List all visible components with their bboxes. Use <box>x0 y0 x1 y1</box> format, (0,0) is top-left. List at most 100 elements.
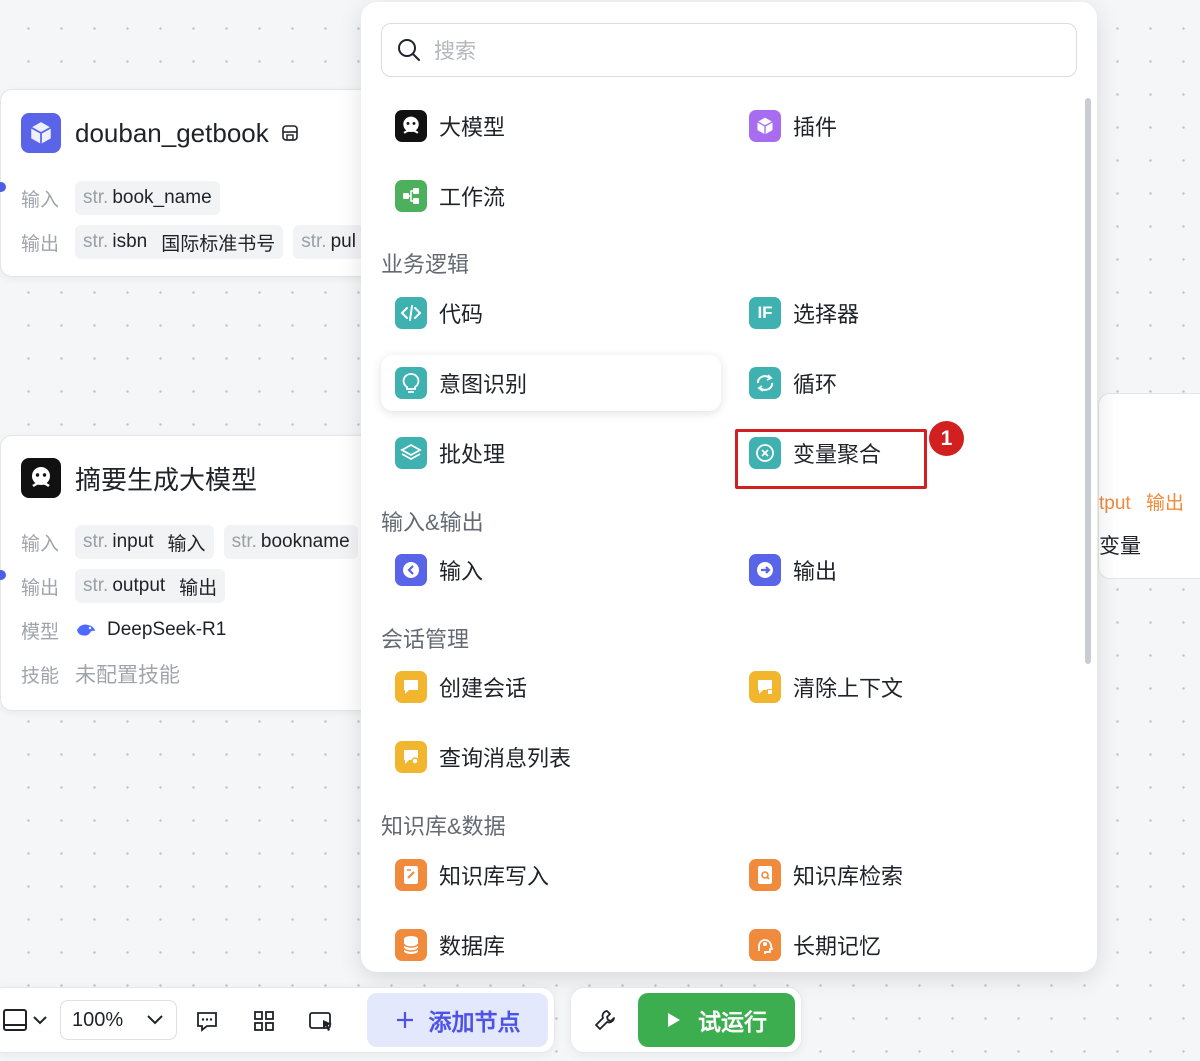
param-name: bookname <box>260 531 350 552</box>
menu-item-output[interactable]: 输出 <box>735 542 1075 598</box>
minimap-toggle-button[interactable] <box>0 1003 50 1037</box>
menu-item-input[interactable]: 输入 <box>381 542 721 598</box>
param-chip: str. bookname <box>223 525 358 559</box>
menu-item-loop[interactable]: 循环 <box>735 355 1075 411</box>
if-selector-icon: IF <box>749 297 781 329</box>
menu-scrollbar[interactable] <box>1085 98 1091 664</box>
output-arrow-icon <box>749 554 781 586</box>
plus-icon <box>395 1010 415 1030</box>
menu-item-database[interactable]: 数据库 <box>381 917 721 972</box>
menu-item-code[interactable]: 代码 <box>381 285 721 341</box>
item-label: 循环 <box>793 372 838 397</box>
node-summary-llm[interactable]: 摘要生成大模型 输入 str. input 输入 str. bookname 输… <box>0 435 380 711</box>
auto-layout-button[interactable] <box>247 1004 281 1038</box>
clear-chat-icon <box>749 671 781 703</box>
plugin-cube-icon <box>749 110 781 142</box>
comment-button[interactable] <box>190 1004 224 1038</box>
layers-icon <box>395 437 427 469</box>
param-type: str. <box>83 187 109 208</box>
item-label: 数据库 <box>439 934 506 959</box>
message-search-icon <box>395 741 427 773</box>
node-title: 摘要生成大模型 <box>75 464 258 495</box>
model-label: 模型 <box>21 621 60 643</box>
add-node-label: 添加节点 <box>428 1009 521 1035</box>
deepseek-whale-icon <box>75 621 97 639</box>
item-label: 代码 <box>439 302 484 327</box>
model-row: 模型 DeepSeek-R1 <box>1 608 379 652</box>
menu-item-create-session[interactable]: 创建会话 <box>381 659 721 715</box>
output-row: tput 输出 <box>1099 488 1184 515</box>
param-name: input <box>112 531 154 552</box>
node-title: douban_getbook <box>75 117 269 148</box>
menu-item-intent[interactable]: 意图识别 <box>381 355 721 411</box>
plugin-cube-icon <box>21 113 61 153</box>
variable-aggregate-icon <box>749 437 781 469</box>
item-label: 查询消息列表 <box>439 746 572 771</box>
param-name: output <box>112 575 166 596</box>
search-placeholder: 搜索 <box>434 40 476 63</box>
play-icon <box>666 1011 682 1029</box>
menu-item-knowledge-write[interactable]: 知识库写入 <box>381 847 721 903</box>
zoom-select[interactable]: 100% <box>60 1000 177 1040</box>
menu-item-knowledge-search[interactable]: 知识库检索 <box>735 847 1075 903</box>
menu-item-plugin[interactable]: 插件 <box>735 98 1075 154</box>
param-desc: 国际标准书号 <box>161 233 276 255</box>
menu-item-query-messages[interactable]: 查询消息列表 <box>381 729 721 785</box>
param-chip: str. book_name <box>75 181 220 215</box>
node-partial-right[interactable]: tput 输出 变量 <box>1098 393 1200 579</box>
item-label: 批处理 <box>439 442 506 467</box>
item-label: 选择器 <box>793 302 860 327</box>
workflow-icon <box>395 180 427 212</box>
item-label: 输入 <box>439 559 484 584</box>
store-icon <box>281 124 299 142</box>
zoom-value: 100% <box>72 1008 124 1031</box>
input-arrow-icon <box>395 554 427 586</box>
chevron-down-icon <box>146 1012 164 1026</box>
llm-icon <box>395 110 427 142</box>
param-chip: str. isbn 国际标准书号 <box>75 225 284 259</box>
search-input[interactable]: 搜索 <box>381 23 1077 77</box>
item-label: 知识库检索 <box>793 864 904 889</box>
section-title-io: 输入&输出 <box>381 510 484 535</box>
item-label: 变量聚合 <box>793 442 882 467</box>
menu-item-clear-context[interactable]: 清除上下文 <box>735 659 1075 715</box>
param-desc: 输出 <box>179 577 218 599</box>
skill-row: 技能 未配置技能 <box>1 652 379 696</box>
model-name: DeepSeek-R1 <box>107 619 227 640</box>
node-douban-getbook[interactable]: douban_getbook 输入 str. book_name 输出 str.… <box>0 89 380 277</box>
test-run-button[interactable]: 试运行 <box>638 993 795 1047</box>
output-label: 输出 <box>21 233 60 255</box>
item-label: 插件 <box>793 115 838 140</box>
loop-icon <box>749 367 781 399</box>
item-label: 长期记忆 <box>793 934 882 959</box>
knowledge-search-icon <box>749 859 781 891</box>
select-mode-button[interactable] <box>304 1004 338 1038</box>
menu-item-long-term-memory[interactable]: 长期记忆 <box>735 917 1075 972</box>
lightbulb-icon <box>395 367 427 399</box>
add-node-menu: 搜索 大模型 插件 工作流 业务逻辑 代码 IF 选择器 意图识别 循环 批处理… <box>361 2 1097 972</box>
item-label: 大模型 <box>439 115 506 140</box>
section-title-session: 会话管理 <box>381 627 470 652</box>
menu-item-batch[interactable]: 批处理 <box>381 425 721 481</box>
debug-tool-button[interactable] <box>588 1003 622 1037</box>
menu-item-selector[interactable]: IF 选择器 <box>735 285 1075 341</box>
output-row: 输出 str. output 输出 <box>1 564 379 608</box>
menu-item-variable-aggregate[interactable]: 变量聚合 <box>735 425 1075 481</box>
param-name: pul <box>330 231 356 252</box>
item-label: 输出 <box>793 559 838 584</box>
search-icon <box>396 37 422 63</box>
menu-item-workflow[interactable]: 工作流 <box>381 168 721 224</box>
output-row: 输出 str. isbn 国际标准书号 str. pul <box>1 220 379 264</box>
skill-label: 技能 <box>21 665 60 687</box>
section-title-business-logic: 业务逻辑 <box>381 252 470 277</box>
param-chip: str. output 输出 <box>75 569 226 603</box>
knowledge-write-icon <box>395 859 427 891</box>
input-label: 输入 <box>21 189 60 211</box>
add-node-button[interactable]: 添加节点 <box>367 993 548 1047</box>
param-desc: 输入 <box>167 533 206 555</box>
param-type: str. <box>231 531 257 552</box>
code-icon <box>395 297 427 329</box>
menu-item-llm[interactable]: 大模型 <box>381 98 721 154</box>
param-type: str. <box>83 231 109 252</box>
param-type: str. <box>83 575 109 596</box>
